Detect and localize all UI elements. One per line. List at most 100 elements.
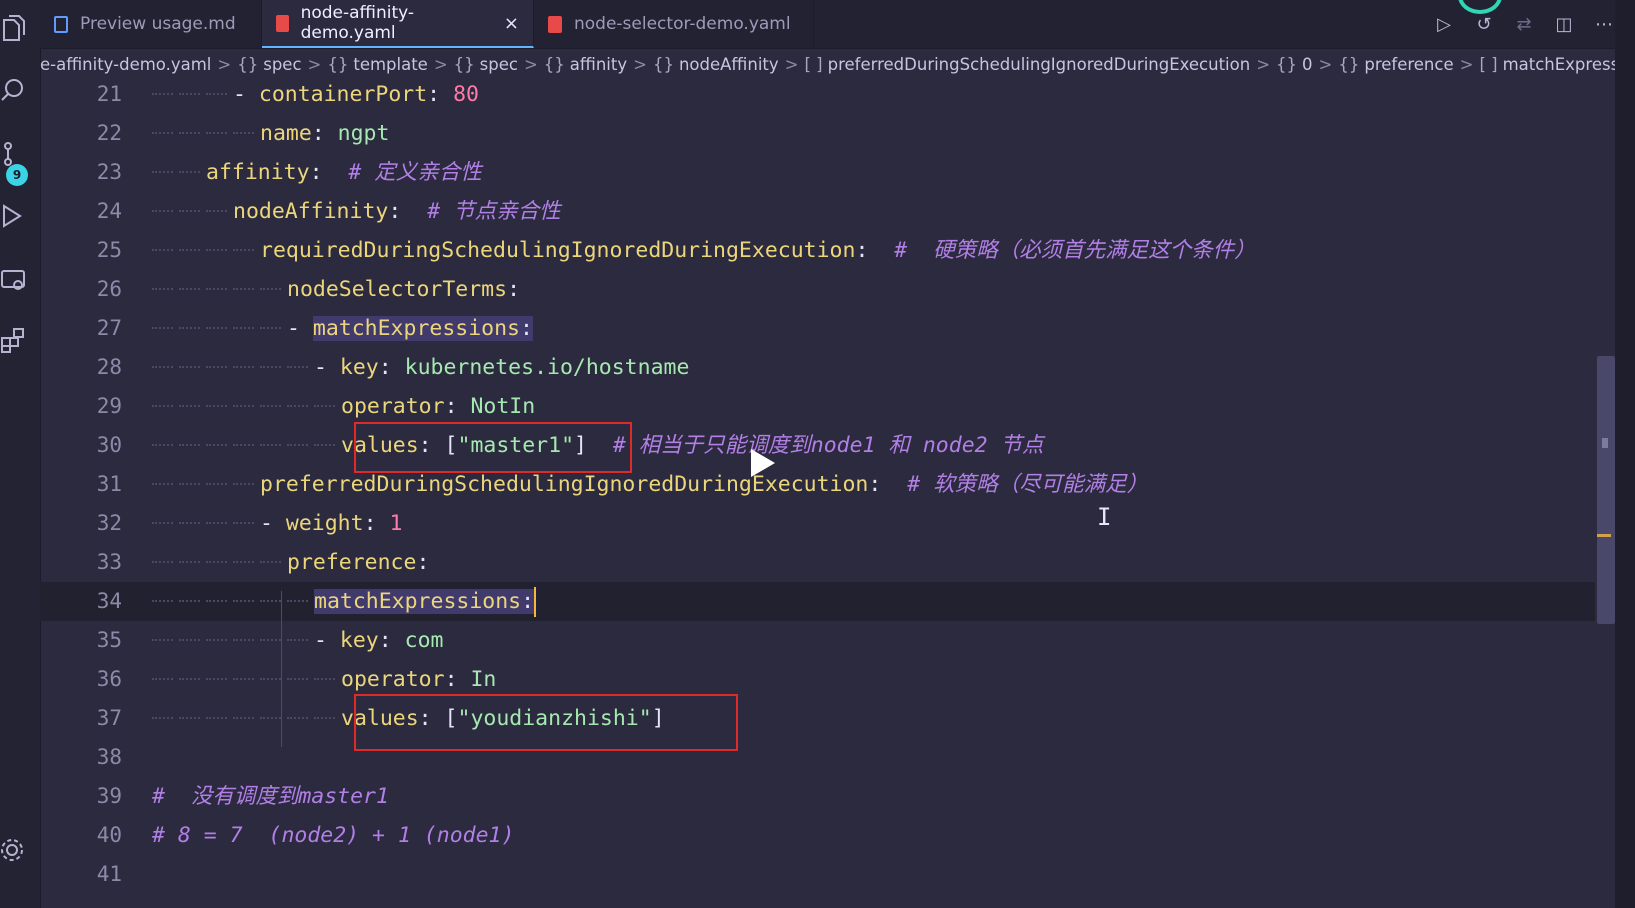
- whitespace-dots: [206, 93, 227, 95]
- search-icon[interactable]: [0, 76, 32, 108]
- code-line[interactable]: 39 # 没有调度到master1: [40, 777, 1595, 816]
- line-number: 40: [96, 823, 122, 847]
- whitespace-dots: [206, 210, 227, 212]
- code-line[interactable]: 21 - containerPort: 80: [40, 75, 1595, 114]
- more-actions-icon[interactable]: ⋯: [1593, 14, 1615, 35]
- code-token: :: [868, 472, 908, 497]
- whitespace-dots: [206, 483, 227, 485]
- whitespace-dots: [206, 639, 227, 641]
- whitespace-dots: [206, 444, 227, 446]
- split-editor-icon[interactable]: ◫: [1553, 14, 1575, 35]
- code-token: matchExpressions: [312, 316, 520, 341]
- breadcrumb-item[interactable]: affinity: [570, 55, 627, 74]
- object-symbol-icon: {}: [453, 54, 475, 74]
- window-edge: [1615, 0, 1635, 908]
- code-line[interactable]: 28 - key: kubernetes.io/hostname: [40, 348, 1595, 387]
- code-line[interactable]: 25 requiredDuringSchedulingIgnoredDuringE…: [40, 231, 1595, 270]
- explorer-icon[interactable]: [0, 14, 32, 46]
- code-line[interactable]: 29 operator: NotIn: [40, 387, 1595, 426]
- code-line[interactable]: 31 preferredDuringSchedulingIgnoredDuring…: [40, 465, 1595, 504]
- tab-node-selector-demo[interactable]: node-selector-demo.yaml: [534, 0, 814, 48]
- code-token: # 没有调度到master1: [152, 784, 389, 809]
- whitespace-dots: [152, 483, 173, 485]
- code-text: operator: NotIn: [341, 387, 535, 426]
- code-token: com: [404, 628, 444, 653]
- breadcrumb-item[interactable]: template: [353, 55, 427, 74]
- breadcrumb-item[interactable]: spec: [480, 55, 518, 74]
- whitespace-dots: [233, 483, 254, 485]
- extensions-icon[interactable]: [0, 326, 32, 358]
- code-line[interactable]: 38: [40, 738, 1595, 777]
- code-token: -: [287, 316, 313, 341]
- play-icon[interactable]: [743, 445, 779, 481]
- whitespace-dots: [260, 405, 281, 407]
- breadcrumb-item[interactable]: matchExpressions: [1503, 55, 1615, 74]
- code-line[interactable]: 24 nodeAffinity: # 节点亲合性: [40, 192, 1595, 231]
- whitespace-dots: [179, 600, 200, 602]
- whitespace-dots: [287, 444, 308, 446]
- whitespace-dots: [206, 327, 227, 329]
- chevron-right-icon: >: [1256, 54, 1271, 74]
- code-text: - containerPort: 80: [233, 75, 479, 114]
- whitespace-dots: [287, 717, 308, 719]
- whitespace-dots: [314, 717, 335, 719]
- code-line[interactable]: 27 - matchExpressions:: [40, 309, 1595, 348]
- breadcrumb-item[interactable]: preferredDuringSchedulingIgnoredDuringEx…: [828, 55, 1251, 74]
- chevron-right-icon: >: [1459, 54, 1474, 74]
- breadcrumb-item[interactable]: 0: [1302, 55, 1313, 74]
- close-icon[interactable]: ×: [504, 13, 519, 34]
- code-token: preference: [287, 550, 417, 575]
- code-line[interactable]: 36 operator: In: [40, 660, 1595, 699]
- code-line[interactable]: 32 - weight: 1: [40, 504, 1595, 543]
- whitespace-dots: [287, 366, 308, 368]
- code-line[interactable]: 35 - key: com: [40, 621, 1595, 660]
- line-number: 23: [96, 160, 122, 184]
- code-token: key: [339, 628, 379, 653]
- code-line[interactable]: 30 values: ["master1"] # 相当于只能调度到node1 和 …: [40, 426, 1595, 465]
- code-line[interactable]: 40 # 8 = 7 (node2) + 1 (node1): [40, 816, 1595, 855]
- whitespace-dots: [179, 288, 200, 290]
- run-icon[interactable]: ▷: [1433, 14, 1455, 35]
- code-token: :: [520, 316, 533, 341]
- timeline-history-icon[interactable]: ↺: [1473, 14, 1495, 35]
- whitespace-dots: [152, 678, 173, 680]
- array-symbol-icon: [ ]: [1479, 54, 1498, 74]
- breadcrumb-item[interactable]: preference: [1364, 55, 1453, 74]
- whitespace-dots: [206, 600, 227, 602]
- remote-explorer-icon[interactable]: [0, 266, 32, 298]
- whitespace-dots: [206, 366, 227, 368]
- tab-label: node-selector-demo.yaml: [574, 14, 791, 34]
- breadcrumb-item[interactable]: nodeAffinity: [679, 55, 779, 74]
- code-line[interactable]: 22 name: ngpt: [40, 114, 1595, 153]
- tab-label: node-affinity-demo.yaml: [300, 3, 415, 43]
- code-line[interactable]: 37 values: ["youdianzhishi"]: [40, 699, 1595, 738]
- code-text: matchExpressions:: [314, 582, 537, 621]
- code-line[interactable]: 41: [40, 855, 1595, 894]
- whitespace-dots: [152, 405, 173, 407]
- whitespace-dots: [179, 210, 200, 212]
- scrollbar-thumb[interactable]: [1597, 356, 1615, 624]
- tab-preview-usage[interactable]: Preview usage.md: [40, 0, 262, 48]
- code-editor[interactable]: 21 - containerPort: 80 22 name: ngpt 23 affin…: [40, 80, 1595, 908]
- tab-node-affinity-demo[interactable]: node-affinity-demo.yaml ×: [262, 0, 534, 48]
- run-debug-icon[interactable]: [0, 202, 32, 234]
- compare-changes-icon[interactable]: ⇄: [1513, 14, 1535, 35]
- breadcrumb-item[interactable]: e-affinity-demo.yaml: [40, 55, 211, 74]
- whitespace-dots: [152, 717, 173, 719]
- line-number: 25: [96, 238, 122, 262]
- code-token: -: [233, 82, 259, 107]
- code-text: - weight: 1: [260, 504, 402, 543]
- code-token: operator: [341, 667, 445, 692]
- code-line[interactable]: 23 affinity: # 定义亲合性: [40, 153, 1595, 192]
- editor-tab-bar: Preview usage.md node-affinity-demo.yaml…: [40, 0, 1635, 49]
- code-line[interactable]: 26 nodeSelectorTerms:: [40, 270, 1595, 309]
- code-line[interactable]: 34 matchExpressions:: [40, 582, 1595, 621]
- code-token: matchExpressions: [314, 589, 522, 614]
- whitespace-dots: [179, 483, 200, 485]
- breadcrumb-item[interactable]: spec: [263, 55, 301, 74]
- code-token: NotIn: [470, 394, 536, 419]
- code-line[interactable]: 33 preference:: [40, 543, 1595, 582]
- whitespace-dots: [287, 600, 308, 602]
- settings-gear-icon[interactable]: [0, 836, 32, 868]
- line-number: 31: [96, 472, 122, 496]
